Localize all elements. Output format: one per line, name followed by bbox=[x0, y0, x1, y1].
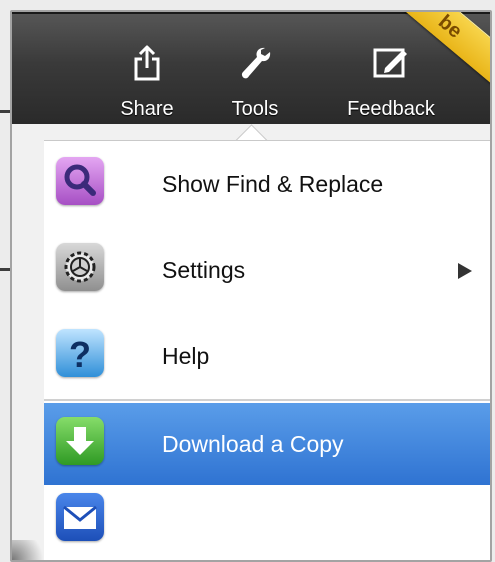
envelope-icon bbox=[56, 493, 104, 541]
menu-item-label: Download a Copy bbox=[162, 431, 344, 457]
download-arrow-icon bbox=[56, 417, 104, 465]
share-button[interactable]: Share bbox=[112, 14, 182, 124]
pencil-note-icon bbox=[371, 44, 411, 85]
question-icon: ? bbox=[56, 329, 104, 377]
svg-text:?: ? bbox=[69, 334, 91, 375]
magnifier-icon bbox=[56, 157, 104, 205]
share-icon bbox=[132, 44, 162, 87]
menu-item-find-replace[interactable]: Show Find & Replace bbox=[44, 141, 490, 227]
tools-menu: Show Find & Replace Settings ? Help Down… bbox=[44, 140, 490, 560]
menu-item-label: Settings bbox=[162, 257, 246, 283]
menu-separator bbox=[44, 399, 490, 401]
submenu-arrow-icon bbox=[458, 263, 472, 279]
toolbar: Share Tools Feedback be bbox=[12, 12, 490, 124]
share-label: Share bbox=[120, 98, 174, 120]
beta-badge-text: be bbox=[434, 10, 467, 43]
app-window: Share Tools Feedback be Show Find & Repl… bbox=[10, 10, 492, 562]
menu-item-settings[interactable]: Settings bbox=[44, 227, 490, 313]
menu-item-label: Show Find & Replace bbox=[162, 171, 384, 197]
feedback-label: Feedback bbox=[347, 98, 435, 120]
tools-button[interactable]: Tools bbox=[215, 14, 295, 124]
wrench-icon bbox=[237, 44, 273, 87]
shadow-corner bbox=[12, 540, 52, 560]
menu-item-download-copy[interactable]: Download a Copy bbox=[44, 403, 490, 485]
menu-item-email[interactable] bbox=[44, 485, 490, 560]
gear-icon bbox=[56, 243, 104, 291]
menu-item-help[interactable]: ? Help bbox=[44, 313, 490, 399]
menu-item-label: Help bbox=[162, 343, 210, 369]
tools-label: Tools bbox=[231, 98, 279, 120]
